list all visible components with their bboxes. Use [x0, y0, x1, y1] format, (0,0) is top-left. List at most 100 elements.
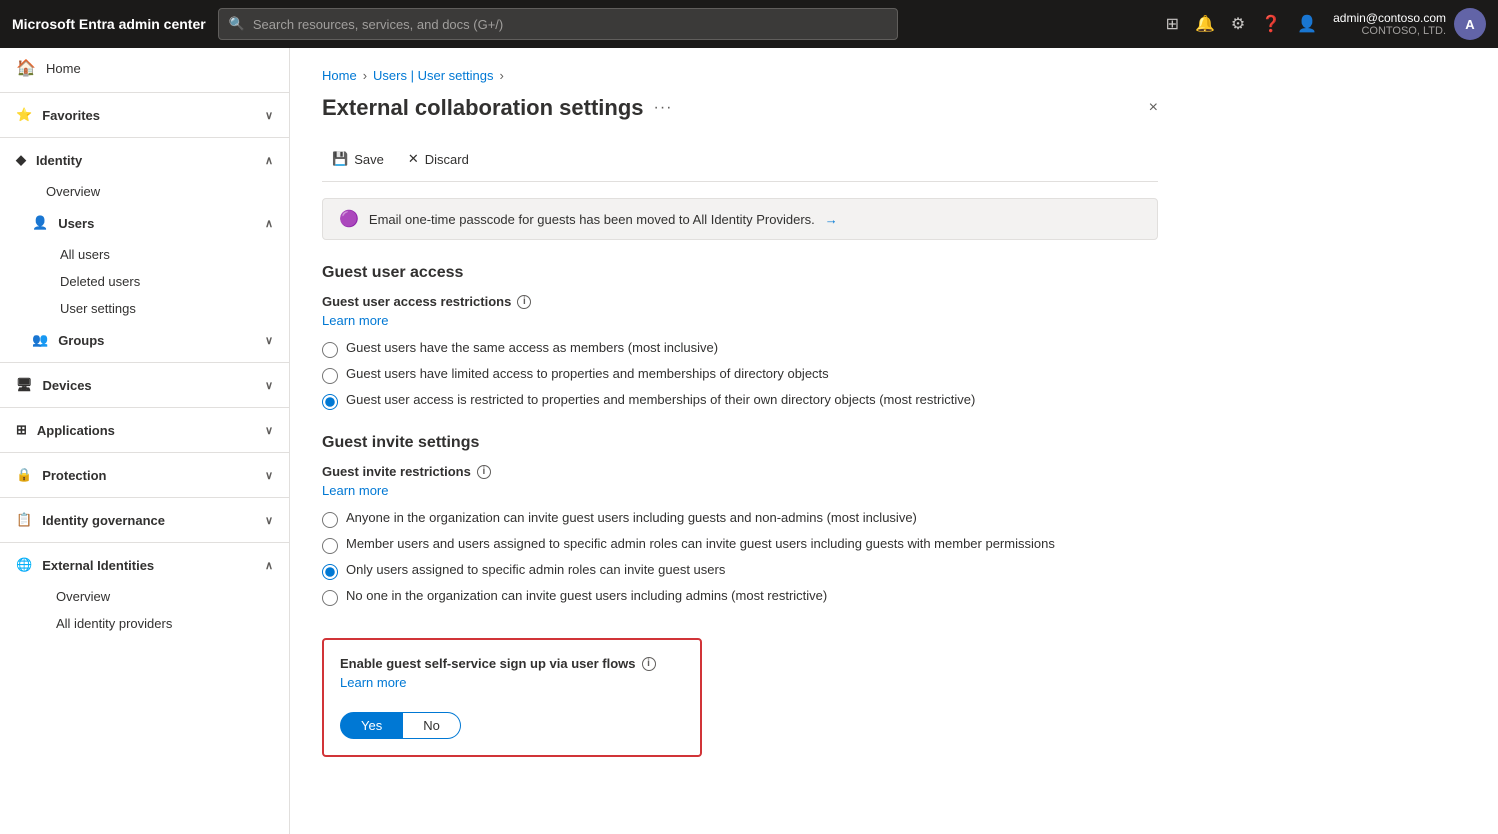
- guest-access-option-2-label: Guest users have limited access to prope…: [346, 366, 829, 381]
- guest-invite-radio-4[interactable]: [322, 590, 338, 606]
- sidebar-item-identity[interactable]: ◆ Identity ∧: [0, 142, 289, 178]
- close-button[interactable]: ×: [1149, 99, 1158, 117]
- self-service-learn-more[interactable]: Learn more: [340, 675, 406, 690]
- guest-access-option-1[interactable]: Guest users have the same access as memb…: [322, 340, 1158, 358]
- identity-icon: ◆: [16, 152, 26, 168]
- protection-label: Protection: [42, 468, 106, 483]
- sidebar-item-users[interactable]: 👤 Users ∧: [0, 205, 289, 241]
- app-title: Microsoft Entra admin center: [12, 16, 206, 32]
- breadcrumb: Home › Users | User settings ›: [322, 68, 1158, 83]
- sidebar-item-devices[interactable]: 🖥 Devices ∨: [0, 367, 289, 403]
- banner-link[interactable]: →: [825, 212, 838, 227]
- guest-invite-learn-more[interactable]: Learn more: [322, 483, 388, 498]
- external-identities-chevron: ∧: [265, 559, 273, 572]
- avatar[interactable]: A: [1454, 8, 1486, 40]
- toolbar: 💾 Save ✕ Discard: [322, 137, 1158, 182]
- guest-invite-option-2[interactable]: Member users and users assigned to speci…: [322, 536, 1158, 554]
- more-options-button[interactable]: ···: [654, 99, 673, 117]
- guest-invite-radio-1[interactable]: [322, 512, 338, 528]
- all-users-label: All users: [60, 247, 110, 262]
- banner-message: Email one-time passcode for guests has b…: [369, 212, 815, 227]
- info-banner: 🟣 Email one-time passcode for guests has…: [322, 198, 1158, 240]
- sidebar-item-applications[interactable]: ⊞ Applications ∨: [0, 412, 289, 448]
- help-icon[interactable]: ❓: [1261, 14, 1281, 34]
- user-org: CONTOSO, LTD.: [1333, 25, 1446, 37]
- sidebar-item-identity-governance[interactable]: 📋 Identity governance ∨: [0, 502, 289, 538]
- page-header: External collaboration settings ··· ×: [322, 95, 1158, 121]
- discard-label: Discard: [425, 152, 469, 167]
- overview-label: Overview: [46, 184, 100, 199]
- sidebar-item-groups[interactable]: 👥 Groups ∨: [0, 322, 289, 358]
- save-label: Save: [354, 152, 384, 167]
- sidebar-item-external-identities[interactable]: 🌐 External Identities ∧: [0, 547, 289, 583]
- identity-chevron: ∧: [265, 154, 273, 167]
- guest-access-option-3-label: Guest user access is restricted to prope…: [346, 392, 975, 407]
- user-email: admin@contoso.com: [1333, 11, 1446, 25]
- identity-label: Identity: [36, 153, 82, 168]
- sidebar-item-all-identity-providers[interactable]: All identity providers: [0, 610, 289, 637]
- sidebar-item-deleted-users[interactable]: Deleted users: [0, 268, 289, 295]
- guest-invite-option-4[interactable]: No one in the organization can invite gu…: [322, 588, 1158, 606]
- guest-access-radio-2[interactable]: [322, 368, 338, 384]
- all-identity-providers-label: All identity providers: [56, 616, 172, 631]
- topbar: Microsoft Entra admin center 🔍 ⊞ 🔔 ⚙ ❓ 👤…: [0, 0, 1498, 48]
- toggle-no-button[interactable]: No: [403, 712, 461, 739]
- guest-access-option-3[interactable]: Guest user access is restricted to prope…: [322, 392, 1158, 410]
- user-settings-label: User settings: [60, 301, 136, 316]
- apps-icon[interactable]: ⊞: [1166, 14, 1179, 34]
- applications-label: Applications: [37, 423, 115, 438]
- self-service-section: Enable guest self-service sign up via us…: [322, 638, 702, 757]
- sidebar-item-favorites[interactable]: ⭐ Favorites ∨: [0, 97, 289, 133]
- toggle-group: Yes No: [340, 712, 684, 739]
- guest-access-radio-3[interactable]: [322, 394, 338, 410]
- guest-access-info-icon[interactable]: i: [517, 295, 531, 309]
- sidebar-item-ext-overview[interactable]: Overview: [0, 583, 289, 610]
- sidebar: 🏠 Home ⭐ Favorites ∨ ◆ Identity ∧ Overvi…: [0, 48, 290, 834]
- breadcrumb-home[interactable]: Home: [322, 68, 357, 83]
- sidebar-item-home[interactable]: 🏠 Home: [0, 48, 289, 88]
- users-label: Users: [58, 216, 94, 231]
- save-button[interactable]: 💾 Save: [322, 145, 394, 173]
- breadcrumb-users-settings[interactable]: Users | User settings: [373, 68, 493, 83]
- search-icon: 🔍: [229, 16, 245, 32]
- sidebar-item-user-settings[interactable]: User settings: [0, 295, 289, 322]
- sidebar-item-protection[interactable]: 🔒 Protection ∨: [0, 457, 289, 493]
- page-title: External collaboration settings: [322, 95, 644, 121]
- users-chevron: ∧: [265, 217, 273, 230]
- protection-chevron: ∨: [265, 469, 273, 482]
- devices-label: Devices: [43, 378, 92, 393]
- guest-invite-radio-2[interactable]: [322, 538, 338, 554]
- devices-chevron: ∨: [265, 379, 273, 392]
- guest-invite-info-icon[interactable]: i: [477, 465, 491, 479]
- guest-invite-radio-group: Anyone in the organization can invite gu…: [322, 510, 1158, 606]
- guest-access-radio-group: Guest users have the same access as memb…: [322, 340, 1158, 410]
- protection-icon: 🔒: [16, 467, 32, 483]
- guest-invite-option-1-label: Anyone in the organization can invite gu…: [346, 510, 917, 525]
- search-input[interactable]: [253, 17, 887, 32]
- guest-invite-option-1[interactable]: Anyone in the organization can invite gu…: [322, 510, 1158, 528]
- guest-invite-radio-3[interactable]: [322, 564, 338, 580]
- groups-chevron: ∨: [265, 334, 273, 347]
- breadcrumb-separator-2: ›: [499, 68, 503, 83]
- person-icon[interactable]: 👤: [1297, 14, 1317, 34]
- sidebar-item-overview[interactable]: Overview: [0, 178, 289, 205]
- guest-access-option-1-label: Guest users have the same access as memb…: [346, 340, 718, 355]
- applications-icon: ⊞: [16, 422, 27, 438]
- groups-icon: 👥: [32, 332, 48, 348]
- guest-access-learn-more[interactable]: Learn more: [322, 313, 388, 328]
- gear-icon[interactable]: ⚙: [1231, 14, 1245, 34]
- guest-invite-option-3[interactable]: Only users assigned to specific admin ro…: [322, 562, 1158, 580]
- sidebar-item-all-users[interactable]: All users: [0, 241, 289, 268]
- search-bar[interactable]: 🔍: [218, 8, 898, 40]
- bell-icon[interactable]: 🔔: [1195, 14, 1215, 34]
- self-service-info-icon[interactable]: i: [642, 657, 656, 671]
- users-icon: 👤: [32, 215, 48, 231]
- guest-access-radio-1[interactable]: [322, 342, 338, 358]
- identity-governance-chevron: ∨: [265, 514, 273, 527]
- guest-access-restrictions-label: Guest user access restrictions i: [322, 294, 1158, 309]
- user-info[interactable]: admin@contoso.com CONTOSO, LTD. A: [1333, 8, 1486, 40]
- toggle-yes-button[interactable]: Yes: [340, 712, 403, 739]
- guest-access-option-2[interactable]: Guest users have limited access to prope…: [322, 366, 1158, 384]
- discard-button[interactable]: ✕ Discard: [398, 145, 479, 173]
- discard-icon: ✕: [408, 151, 419, 167]
